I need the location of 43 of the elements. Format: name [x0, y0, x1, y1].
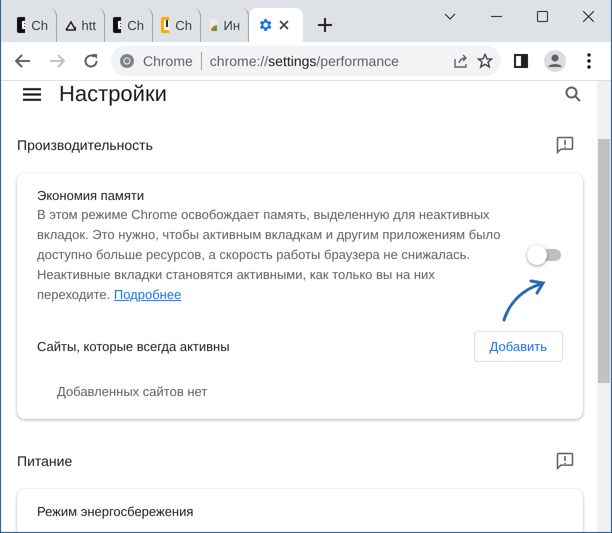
section-title: Питание — [17, 453, 72, 469]
url-text: chrome://settings/performance — [210, 53, 400, 69]
browser-tab[interactable]: Ch — [9, 8, 57, 42]
close-icon[interactable] — [582, 10, 594, 22]
share-icon[interactable] — [453, 53, 469, 69]
piano-icon — [161, 17, 170, 33]
more-menu-icon[interactable] — [587, 53, 591, 69]
sites-label: Сайты, которые всегда активны — [37, 339, 230, 354]
browser-tab[interactable] — [249, 8, 303, 42]
toggle-knob[interactable] — [527, 245, 547, 265]
settings-icon — [257, 17, 273, 33]
search-icon[interactable] — [565, 86, 581, 102]
browser-tab[interactable]: Ch — [105, 8, 153, 42]
maximize-icon[interactable] — [536, 10, 548, 22]
toggle-switch[interactable] — [527, 245, 563, 265]
reload-icon[interactable] — [83, 53, 99, 69]
star-icon[interactable] — [477, 53, 493, 69]
browser-tab[interactable]: htt — [57, 8, 105, 42]
back-arrow-icon[interactable] — [15, 54, 31, 68]
setting-title: Экономия памяти — [37, 187, 146, 205]
learn-more-link[interactable]: Подробнее — [114, 287, 182, 302]
scrollbar-thumb[interactable] — [598, 139, 610, 383]
site-label: Chrome — [143, 53, 193, 69]
feedback-icon[interactable] — [555, 451, 575, 471]
menu-icon[interactable] — [23, 88, 41, 100]
feedback-icon[interactable] — [555, 135, 575, 155]
chevron-down-icon[interactable] — [444, 12, 456, 20]
browser-tab[interactable]: Ch — [153, 8, 201, 42]
plus-icon[interactable] — [318, 18, 332, 32]
setting-title: Режим энергосбережения — [37, 503, 194, 521]
scrollbar[interactable] — [597, 81, 611, 532]
picture-icon — [209, 17, 218, 33]
address-bar[interactable]: Chrome chrome://settings/performance — [111, 46, 501, 76]
page-title: Настройки — [59, 81, 168, 107]
empty-list-text: Добавленных сайтов нет — [56, 383, 208, 401]
close-icon[interactable] — [279, 20, 289, 30]
add-button[interactable]: Добавить — [474, 331, 563, 362]
chrome-logo-icon — [119, 53, 135, 69]
side-panel-icon[interactable] — [514, 54, 528, 68]
curved-arrow-drawing — [502, 280, 546, 322]
avatar-icon[interactable] — [544, 50, 566, 72]
setting-description: В этом режиме Chrome освобождает память, выделенную для неактивных вкладок. Это нужно, чтобы активным вкладкам и другим приложениям было доступно больше ресурсов, а скорость работы браузера не снижалась. Неактивные вкладки становятся активными, как только вы на них переходите. Подробнее — [37, 206, 502, 304]
section-title: Производительность — [17, 137, 153, 153]
